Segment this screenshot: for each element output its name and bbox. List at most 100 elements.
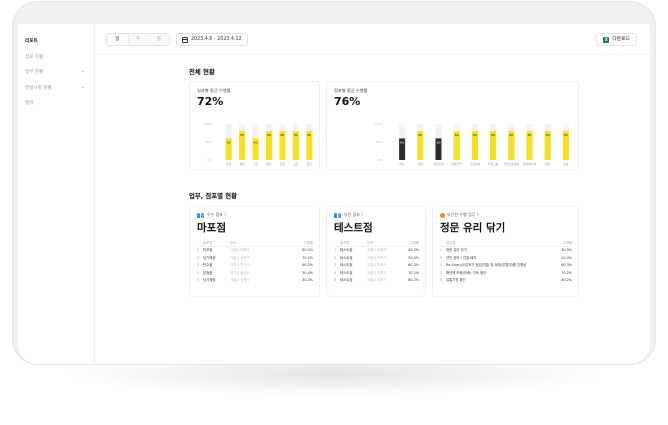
bar-value-label: 80: [564, 133, 568, 137]
table-row[interactable]: 3 테스트점 서울시 마포구 60.3%: [334, 262, 419, 270]
bar-value-label: 60: [437, 140, 441, 144]
x-tick-label: 수요: [253, 162, 259, 166]
row-rate: 70.2%: [408, 270, 419, 275]
bar-value-label: 80: [473, 133, 477, 137]
sidebar-item-label: 리포트: [25, 39, 38, 44]
row-detail: [530, 277, 554, 285]
date-range-picker[interactable]: 2023.4.6 - 2023.4.12: [176, 33, 248, 46]
table-header: 점포명 항목 수행률: [334, 240, 419, 247]
y-tick-label: 50%: [376, 140, 383, 144]
card-tag[interactable]: 부진 점포 〉: [334, 212, 365, 218]
y-tick-label: 100%: [203, 122, 212, 126]
card-tag[interactable]: 우수 점포 〉: [197, 212, 228, 218]
store-table: 점포명 항목 수행률 1 마포점 서울시 마포구 80.2% 2 당가체점 서울시 성북구 70.2…: [197, 240, 313, 285]
download-button[interactable]: X 다운로드: [596, 33, 637, 46]
x-tick-label: 고모리점: [470, 162, 481, 166]
y-tick-label: 0%: [378, 158, 383, 162]
row-name: 테스트점: [340, 255, 353, 260]
tab-month[interactable]: 월: [148, 34, 169, 45]
x-tick-label: 월요: [226, 162, 232, 166]
column-header: 수행률: [303, 241, 313, 245]
tab-day[interactable]: 일: [107, 34, 128, 45]
row-detail: 인천시 연수구: [230, 263, 250, 268]
task-card-low-store[interactable]: 부진 점포 〉 테스트점 점포명 항목 수행률 1 테스트점 서울시 마포구 40.3% 2 테…: [326, 206, 426, 297]
row-name: 선반 정리 / 진열 배치: [446, 255, 477, 260]
device-frame: 리포트 점포 현황 업무 현황 ⌄ 전달사항 현황 ⌄ 랭커 일 주 월 2023.…: [12, 1, 656, 365]
card-tag[interactable]: 부진한 수행 업무 〉: [440, 212, 481, 218]
card-tag-label: 우수 점포 〉: [207, 212, 229, 217]
card-tag-label: 부진 점포 〉: [344, 212, 366, 217]
bar-value-label: 80: [294, 133, 298, 137]
row-rate: 70.2%: [302, 255, 313, 260]
sidebar-item-task-status[interactable]: 업무 현황 ⌄: [25, 68, 89, 75]
store-name: 테스트점: [334, 222, 373, 234]
table-row[interactable]: 5 당가체점 서울시 성북구 40.3%: [197, 277, 313, 285]
app-screen: 리포트 점포 현황 업무 현황 ⌄ 전달사항 현황 ⌄ 랭커 일 주 월 2023.…: [18, 24, 650, 364]
column-header: 수행률: [562, 241, 572, 245]
bar-value-label: 80: [281, 133, 285, 137]
row-name: 유통기한 확인: [446, 278, 466, 283]
table-row[interactable]: 1 테스트점 서울시 마포구 40.3%: [334, 247, 419, 255]
table-row[interactable]: 1 정문 유리 닦기 40.3%: [440, 247, 572, 255]
bar-value-label: 80: [455, 133, 459, 137]
table-row[interactable]: 4 매년에 보충(보충) 가득 확인 70.2%: [440, 270, 572, 278]
row-name: 매년에 보충(보충) 가득 확인: [446, 270, 487, 275]
column-header: 수행률: [409, 241, 419, 245]
table-row[interactable]: 2 당가체점 서울시 성북구 70.2%: [197, 255, 313, 263]
table-row[interactable]: 4 분점점 경기도 화성시 50.4%: [197, 270, 313, 278]
x-tick-label: 로보: [563, 162, 569, 166]
table-row[interactable]: 5 유통기한 확인 80.2%: [440, 277, 572, 285]
row-detail: 서울시 마포구: [367, 255, 387, 260]
row-detail: 서울시 마포구: [367, 270, 387, 275]
sidebar-item-label: 점포 현황: [25, 55, 44, 60]
shops-icon: [197, 212, 205, 218]
y-tick-label: 50%: [205, 140, 212, 144]
sidebar-item-report[interactable]: 리포트: [22, 36, 92, 45]
table-row[interactable]: 4 테스트점 서울시 마포구 70.2%: [334, 270, 419, 278]
row-rate: 80.2%: [561, 278, 572, 283]
sidebar: 리포트 점포 현황 업무 현황 ⌄ 전달사항 현황 ⌄ 랭커: [18, 24, 95, 364]
bar-value-label: 60: [254, 140, 258, 144]
x-tick-label: 본사평가점: [523, 162, 536, 166]
row-rate: 50.4%: [561, 255, 572, 260]
date-range-text: 2023.4.6 - 2023.4.12: [191, 37, 242, 42]
row-name: 분점점: [203, 270, 213, 275]
topbar: 일 주 월 2023.4.6 - 2023.4.12 X 다운로드: [96, 24, 650, 55]
x-tick-label: 평균: [545, 162, 551, 166]
column-header: 항목: [230, 241, 237, 245]
task-card-top-store[interactable]: 우수 점포 〉 마포점 점포명 항목 수행률 1 마포점 서울시 마포구 80.2% 2 당가체…: [189, 206, 320, 297]
period-segmented-control: 일 주 월: [106, 33, 170, 46]
row-detail: [530, 262, 554, 270]
tab-week[interactable]: 주: [128, 34, 149, 45]
task-card-low-task[interactable]: 부진한 수행 업무 〉 정문 유리 닦기 업무명 수행률 1 정문 유리 닦기 40.3…: [432, 206, 579, 297]
x-tick-label: 마포본부: [452, 162, 463, 166]
sidebar-item-ranker[interactable]: 랭커: [25, 100, 89, 106]
bar-value-label: 80: [546, 133, 550, 137]
sidebar-item-label: 업무 현황: [25, 70, 44, 75]
row-rate: 60.3%: [561, 263, 572, 268]
store-rate-card: 점포별 평균 수행률 76% 100% 50% 0% 60 마포 80 서원 60 테스트점 80…: [326, 81, 579, 170]
table-row[interactable]: 1 마포점 서울시 마포구 80.2%: [197, 247, 313, 255]
card-tag-label: 부진한 수행 업무 〉: [447, 212, 481, 217]
row-detail: 경기도 화성시: [230, 270, 250, 275]
sidebar-item-store-status[interactable]: 점포 현황: [25, 54, 89, 60]
chevron-down-icon: ⌄: [80, 68, 85, 74]
store-name: 마포점: [197, 222, 226, 234]
table-row[interactable]: 2 테스트점 서울시 마포구 50.4%: [334, 255, 419, 263]
store-bar-chart: 100% 50% 0% 60 마포 80 서원 60 테스트점 80 마포본부 80 고모리점 80 우성그…: [374, 122, 569, 166]
table-row[interactable]: 3 판수점 인천시 연수구 60.2%: [197, 262, 313, 270]
x-tick-label: 금요: [280, 162, 286, 166]
table-row[interactable]: 5 테스트점 서울시 마포구 80.2%: [334, 277, 419, 285]
row-name: 당가체점: [203, 255, 216, 260]
x-tick-label: 우성그룹: [488, 162, 499, 166]
row-detail: [530, 255, 554, 263]
column-header: 항목: [367, 241, 374, 245]
excel-icon: X: [603, 36, 610, 43]
table-row[interactable]: 3 Re-Open(오픈후가 점검진열) 및 매대(진열대)를 진행상 60.3%: [440, 262, 572, 270]
x-tick-label: 화요: [240, 162, 246, 166]
sidebar-item-notice-status[interactable]: 전달사항 현황 ⌄: [25, 84, 89, 91]
row-rate: 80.2%: [408, 278, 419, 283]
row-detail: [530, 247, 554, 255]
row-detail: 서울시 마포구: [367, 278, 387, 283]
table-row[interactable]: 2 선반 정리 / 진열 배치 50.4%: [440, 255, 572, 263]
